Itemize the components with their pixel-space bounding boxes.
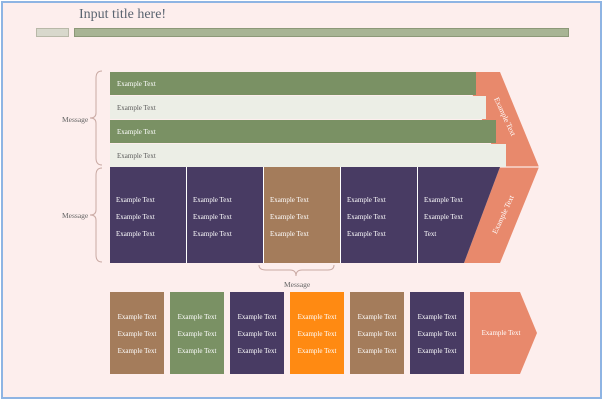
bottom-box-text: Example Text — [237, 313, 277, 321]
grid-cell-text: Example Text — [270, 230, 309, 238]
bottom-box-4: Example Text Example Text Example Text — [290, 292, 344, 374]
bottom-box-text: Example Text — [357, 347, 397, 355]
grid-cell-text: Example Text — [116, 213, 155, 221]
message-label-1: Message — [62, 115, 89, 124]
bottom-box-5: Example Text Example Text Example Text — [350, 292, 404, 374]
message-label-3: Message — [284, 280, 311, 289]
top-row-3: Example Text — [110, 120, 496, 143]
grid-cell-text: Example Text — [193, 230, 232, 238]
grid-cell-text: Example Text — [347, 213, 386, 221]
grid-cell-text: Example Text — [193, 213, 232, 221]
bottom-box-text: Example Text — [117, 313, 157, 321]
bottom-box-text: Example Text — [357, 330, 397, 338]
grid-cell-text: Example Text — [347, 196, 386, 204]
grid-cell-text: Example Text — [270, 196, 309, 204]
bottom-box-text: Example Text — [297, 330, 337, 338]
bottom-box-2: Example Text Example Text Example Text — [170, 292, 224, 374]
bottom-box-1: Example Text Example Text Example Text — [110, 292, 164, 374]
bottom-box-text: Example Text — [417, 330, 457, 338]
bottom-box-text: Example Text — [177, 313, 217, 321]
grid-cell-4: Example Text Example Text Example Text — [341, 167, 418, 263]
bottom-box-text: Example Text — [417, 313, 457, 321]
grid-cell-1: Example Text Example Text Example Text — [110, 167, 187, 263]
bottom-box-text: Example Text — [177, 347, 217, 355]
grid-cell-text: Example Text — [270, 213, 309, 221]
top-row-1: Example Text — [110, 72, 476, 95]
bottom-box-text: Example Text — [117, 330, 157, 338]
grid-cell-text: Example Text — [424, 196, 463, 204]
grid-cell-3: Example Text Example Text Example Text — [264, 167, 341, 263]
grid-cell-text: Example Text — [116, 230, 155, 238]
bottom-box-text: Example Text — [357, 313, 397, 321]
grid-cell-text: Example Text — [424, 213, 463, 221]
bottom-box-text: Example Text — [117, 347, 157, 355]
grid-cell-text: Example Text — [116, 196, 155, 204]
grid-cell-2: Example Text Example Text Example Text — [187, 167, 264, 263]
brace-top — [89, 70, 103, 166]
grid-cell-5-text: Example Text Example Text Text — [418, 167, 478, 263]
bottom-box-text: Example Text — [237, 347, 277, 355]
bottom-box-text: Example Text — [177, 330, 217, 338]
bottom-box-3: Example Text Example Text Example Text — [230, 292, 284, 374]
grid-cell-text: Text — [424, 230, 437, 238]
bottom-box-6: Example Text Example Text Example Text — [410, 292, 464, 374]
top-row-2: Example Text — [110, 96, 486, 119]
grid-cell-text: Example Text — [193, 196, 232, 204]
bottom-box-text: Example Text — [417, 347, 457, 355]
top-row-4: Example Text — [110, 144, 506, 167]
brace-middle — [89, 167, 103, 263]
bottom-chevron-text: Example Text — [481, 329, 521, 337]
brace-bottom — [258, 264, 335, 277]
grid-cell-text: Example Text — [347, 230, 386, 238]
bottom-box-text: Example Text — [297, 313, 337, 321]
bottom-box-text: Example Text — [297, 347, 337, 355]
bottom-box-text: Example Text — [237, 330, 277, 338]
message-label-2: Message — [62, 211, 89, 220]
